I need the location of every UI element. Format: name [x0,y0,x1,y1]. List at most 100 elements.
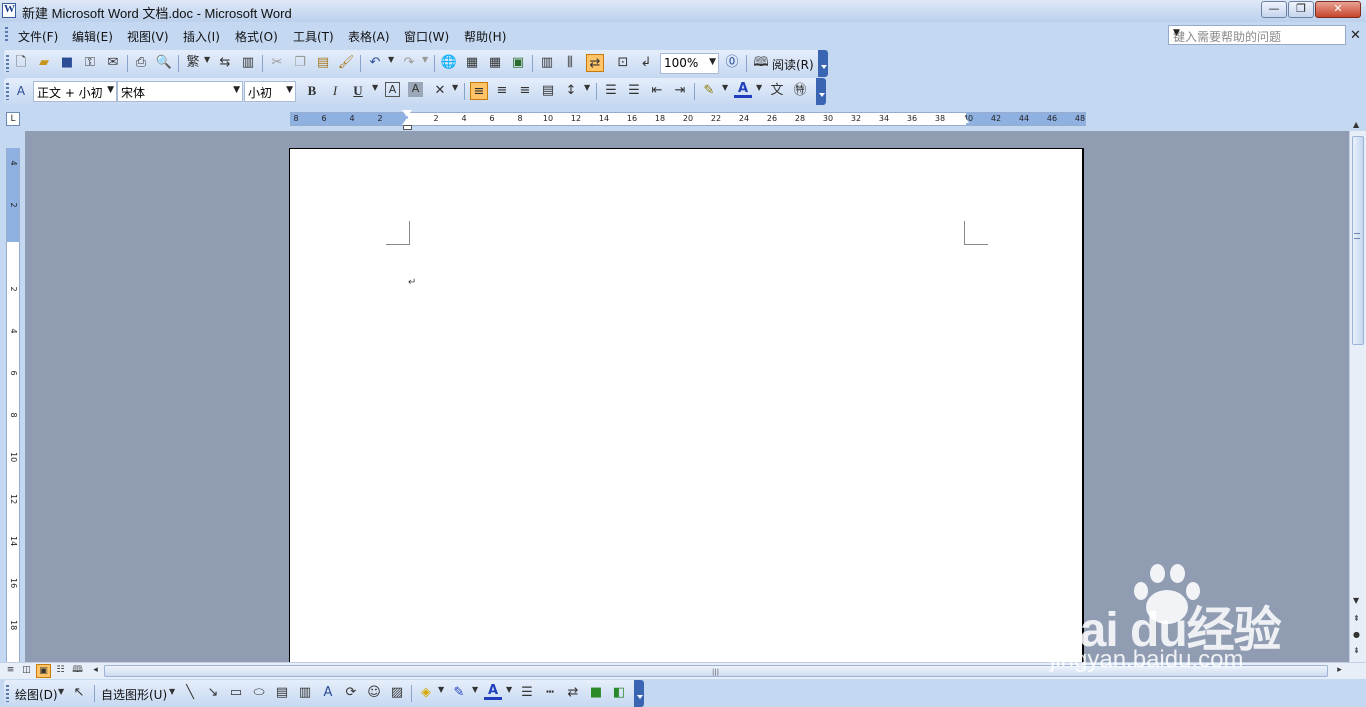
highlight-icon[interactable]: ✎ [700,82,718,100]
menu-tools[interactable]: 工具(T) [293,28,334,45]
insert-table-icon[interactable]: ▦ [486,54,504,72]
save-icon[interactable]: ■ [58,54,76,72]
format-painter-icon[interactable]: 🖌 [337,54,355,72]
previous-page-icon[interactable]: ⇞ [1353,614,1360,623]
menu-edit[interactable]: 编辑(E) [72,28,113,45]
styles-icon[interactable]: A [12,82,30,100]
oval-icon[interactable]: ⬭ [250,684,268,702]
research-icon[interactable]: ⇆ [216,54,234,72]
line-spacing-icon[interactable]: ↕ [562,82,580,100]
word-app-icon[interactable] [2,3,16,18]
chevron-down-icon[interactable]: ▼ [1173,28,1343,38]
new-document-icon[interactable]: 🗋 [12,54,30,72]
zoom-select[interactable]: 100% ▼ [660,53,719,74]
line-icon[interactable]: ╲ [181,684,199,702]
chevron-down-icon[interactable]: ▼ [709,57,716,67]
vertical-scrollbar[interactable]: ▲ ▼ ⇞ ● ⇟ [1349,120,1366,662]
autoshapes-button[interactable]: 自选图形(U) [101,686,167,703]
draw-font-color-icon[interactable]: A [484,684,502,700]
left-indent-marker[interactable] [403,125,412,130]
chevron-down-icon[interactable]: ▼ [452,83,458,92]
line-style-icon[interactable]: ☰ [518,684,536,702]
document-map-icon[interactable]: ⇄ [586,54,604,72]
clip-art-icon[interactable]: ☺ [365,684,383,702]
show-hide-icon[interactable]: ⊡ [614,54,632,72]
email-icon[interactable]: ✉ [104,54,122,72]
copy-icon[interactable]: ❐ [291,54,309,72]
vertical-ruler[interactable]: 422468101214161820 [6,148,20,672]
help-icon[interactable]: ⓪ [723,54,741,72]
char-shading-icon[interactable]: A [408,82,423,97]
redo-icon[interactable]: ↷ [400,54,418,72]
phonetic-guide-icon[interactable]: 文 [768,82,786,100]
menu-insert[interactable]: 插入(I) [183,28,220,45]
horizontal-scroll-thumb[interactable]: ||| [104,665,1328,677]
3d-style-icon[interactable]: ◧ [610,684,628,702]
menu-help[interactable]: 帮助(H) [464,28,506,45]
toolbar-grip[interactable] [6,83,9,100]
align-center-icon[interactable]: ≡ [493,82,511,100]
spelling-icon[interactable]: 繁 [184,54,202,72]
browse-object-icon[interactable]: ● [1353,630,1360,639]
text-box-icon[interactable]: ▤ [273,684,291,702]
paragraph-mark-icon[interactable]: ↲ [637,54,655,72]
diagram-icon[interactable]: ⟳ [342,684,360,702]
columns-icon[interactable]: ▥ [538,54,556,72]
arrow-style-icon[interactable]: ⇄ [564,684,582,702]
scroll-left-icon[interactable]: ◂ [88,664,103,678]
style-select[interactable]: 正文 + 小初 ▼ [33,81,117,102]
chevron-down-icon[interactable]: ▼ [422,55,428,64]
chevron-down-icon[interactable]: ▼ [169,687,175,696]
chevron-down-icon[interactable]: ▼ [722,83,728,92]
web-layout-icon[interactable]: ◫ [19,664,34,678]
chevron-down-icon[interactable]: ▼ [286,85,293,95]
align-right-icon[interactable]: ≡ [516,82,534,100]
print-preview-icon[interactable]: 🔍 [155,54,173,72]
read-button[interactable]: 阅读(R) [772,56,814,73]
restore-button[interactable]: ❐ [1288,1,1314,18]
insert-excel-icon[interactable]: ▣ [509,54,527,72]
hyperlink-icon[interactable]: 🌐 [440,54,458,72]
chevron-down-icon[interactable]: ▼ [233,85,240,95]
chevron-down-icon[interactable]: ▼ [107,85,114,95]
select-objects-icon[interactable]: ↖ [70,684,88,702]
bullets-icon[interactable]: ☰ [625,82,643,100]
permission-icon[interactable]: ⚿ [81,54,99,72]
chevron-down-icon[interactable]: ▼ [372,83,378,92]
distributed-align-icon[interactable]: ▤ [539,82,557,100]
chevron-down-icon[interactable]: ▼ [472,685,478,694]
minimize-button[interactable]: — [1261,1,1287,18]
toolbar-options-icon[interactable] [818,50,828,77]
menu-file[interactable]: 文件(F) [18,28,58,45]
dash-style-icon[interactable]: ┅ [541,684,559,702]
chevron-down-icon[interactable]: ▼ [756,83,762,92]
font-select[interactable]: 宋体 ▼ [117,81,243,102]
tab-selector[interactable]: L [6,112,20,126]
vertical-text-box-icon[interactable]: ▥ [296,684,314,702]
document-page[interactable]: ↵ [289,148,1084,662]
picture-icon[interactable]: ▨ [388,684,406,702]
menu-table[interactable]: 表格(A) [348,28,390,45]
outline-view-icon[interactable]: ☷ [53,664,68,678]
underline-button[interactable]: U [349,82,367,100]
menu-format[interactable]: 格式(O) [235,28,278,45]
chevron-down-icon[interactable]: ▼ [584,83,590,92]
char-border-icon[interactable]: A [385,82,400,97]
scroll-down-icon[interactable]: ▼ [1353,596,1359,605]
draw-menu-button[interactable]: 绘图(D) [15,686,58,703]
help-search-input[interactable]: 键入需要帮助的问题 ▼ [1168,25,1346,45]
close-window-button[interactable]: ✕ [1315,1,1361,18]
open-folder-icon[interactable]: ▰ [35,54,53,72]
tables-borders-icon[interactable]: ▦ [463,54,481,72]
hanging-indent-marker[interactable] [402,118,412,125]
research-book-icon[interactable]: ▥ [239,54,257,72]
close-document-icon[interactable]: ✕ [1350,28,1361,43]
menu-grip[interactable] [5,27,8,43]
numbering-icon[interactable]: ☰ [602,82,620,100]
scroll-thumb[interactable] [1352,136,1364,345]
increase-indent-icon[interactable]: ⇥ [671,82,689,100]
shadow-style-icon[interactable]: ■ [587,684,605,702]
reading-layout-icon[interactable]: 🕮 [70,664,85,678]
chevron-down-icon[interactable]: ▼ [388,55,394,64]
paste-icon[interactable]: ▤ [314,54,332,72]
